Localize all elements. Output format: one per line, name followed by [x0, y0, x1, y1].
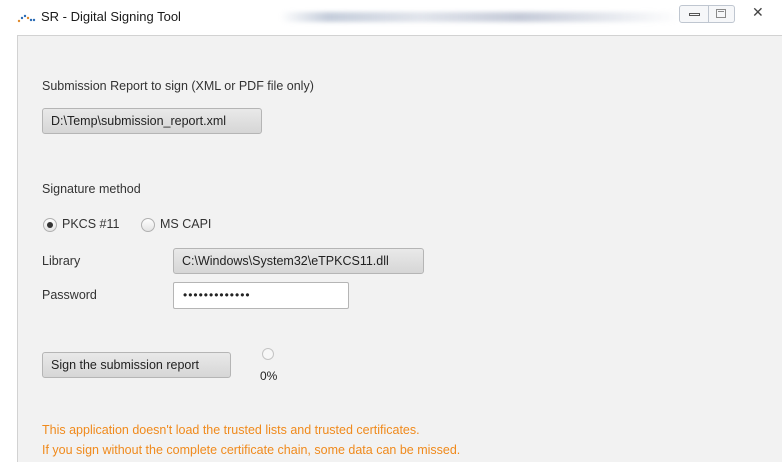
radio-pkcs11[interactable] — [43, 218, 57, 232]
main-panel: Submission Report to sign (XML or PDF fi… — [17, 35, 782, 462]
title-bar: SR - Digital Signing Tool ✕ — [0, 0, 782, 34]
window-title: SR - Digital Signing Tool — [41, 9, 181, 24]
minimize-icon — [689, 13, 700, 16]
maximize-button[interactable] — [709, 5, 735, 23]
report-file-label: Submission Report to sign (XML or PDF fi… — [42, 79, 314, 93]
warning-line-2: If you sign without the complete certifi… — [42, 443, 461, 457]
close-button[interactable]: ✕ — [745, 4, 782, 23]
close-icon: ✕ — [752, 4, 764, 20]
library-button[interactable]: C:\Windows\System32\eTPKCS11.dll — [173, 248, 424, 274]
password-field[interactable]: ••••••••••••• — [173, 282, 349, 309]
progress-percent: 0% — [260, 369, 278, 383]
radio-selected-dot — [47, 222, 53, 228]
progress-indicator — [262, 348, 274, 360]
blurred-region — [280, 12, 680, 22]
radio-mscapi-label[interactable]: MS CAPI — [160, 217, 211, 231]
password-label: Password — [42, 288, 97, 302]
radio-pkcs11-label[interactable]: PKCS #11 — [62, 217, 119, 231]
report-file-button[interactable]: D:\Temp\submission_report.xml — [42, 108, 262, 134]
minimize-button[interactable] — [679, 5, 709, 23]
maximize-icon — [716, 9, 726, 18]
app-window: SR - Digital Signing Tool ✕ Submission R… — [0, 0, 782, 462]
signature-method-label: Signature method — [42, 182, 141, 196]
library-label: Library — [42, 254, 81, 268]
radio-mscapi[interactable] — [141, 218, 155, 232]
app-logo-icon — [17, 14, 36, 23]
warning-line-1: This application doesn't load the truste… — [42, 423, 420, 437]
sign-button[interactable]: Sign the submission report — [42, 352, 231, 378]
